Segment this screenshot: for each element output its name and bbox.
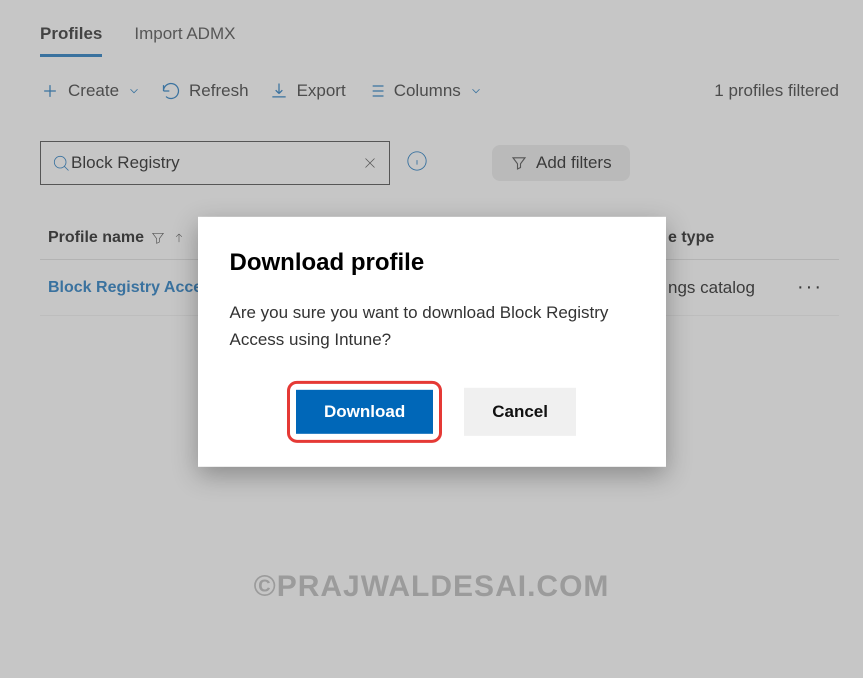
dialog-title: Download profile — [230, 249, 634, 277]
cancel-button[interactable]: Cancel — [464, 388, 576, 436]
download-dialog: Download profile Are you sure you want t… — [198, 217, 666, 467]
highlight-annotation: Download — [287, 381, 442, 443]
dialog-body: Are you sure you want to download Block … — [230, 299, 634, 353]
dialog-buttons: Download Cancel — [230, 381, 634, 443]
download-button[interactable]: Download — [296, 390, 433, 434]
